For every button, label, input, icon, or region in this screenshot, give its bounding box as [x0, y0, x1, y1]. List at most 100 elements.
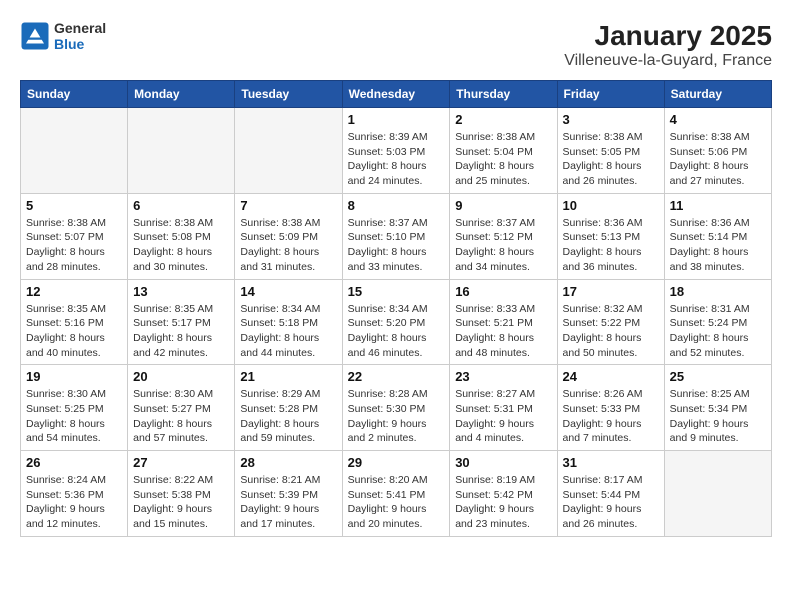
- header-thursday: Thursday: [450, 81, 557, 108]
- day-cell: 3Sunrise: 8:38 AM Sunset: 5:05 PM Daylig…: [557, 108, 664, 194]
- day-number: 10: [563, 198, 659, 213]
- logo-general: General: [54, 20, 106, 36]
- day-cell: 15Sunrise: 8:34 AM Sunset: 5:20 PM Dayli…: [342, 279, 450, 365]
- logo: General Blue: [20, 20, 106, 52]
- day-number: 14: [240, 284, 336, 299]
- day-number: 29: [348, 455, 445, 470]
- day-info: Sunrise: 8:38 AM Sunset: 5:07 PM Dayligh…: [26, 216, 122, 275]
- day-cell: 19Sunrise: 8:30 AM Sunset: 5:25 PM Dayli…: [21, 365, 128, 451]
- day-number: 25: [670, 369, 766, 384]
- day-number: 13: [133, 284, 229, 299]
- calendar-table: SundayMondayTuesdayWednesdayThursdayFrid…: [20, 80, 772, 537]
- logo-icon: [20, 21, 50, 51]
- day-cell: 28 Sunrise: 8:21 AM Sunset: 5:39 PM Dayli…: [235, 451, 342, 537]
- day-cell: 25 Sunrise: 8:25 AM Sunset: 5:34 PM Dayli…: [664, 365, 771, 451]
- header-monday: Monday: [128, 81, 235, 108]
- week-row-5: 26 Sunrise: 8:24 AM Sunset: 5:36 PM Dayli…: [21, 451, 772, 537]
- day-number: 20: [133, 369, 229, 384]
- header-friday: Friday: [557, 81, 664, 108]
- day-info: Sunrise: 8:21 AM Sunset: 5:39 PM Dayligh…: [240, 473, 336, 532]
- day-cell: 9 Sunrise: 8:37 AM Sunset: 5:12 PM Daylig…: [450, 193, 557, 279]
- day-cell: 4Sunrise: 8:38 AM Sunset: 5:06 PM Daylig…: [664, 108, 771, 194]
- day-info: Sunrise: 8:35 AM Sunset: 5:17 PM Dayligh…: [133, 302, 229, 361]
- day-cell: 16Sunrise: 8:33 AM Sunset: 5:21 PM Dayli…: [450, 279, 557, 365]
- calendar-header-row: SundayMondayTuesdayWednesdayThursdayFrid…: [21, 81, 772, 108]
- day-cell: 11Sunrise: 8:36 AM Sunset: 5:14 PM Dayli…: [664, 193, 771, 279]
- day-number: 2: [455, 112, 551, 127]
- day-info: Sunrise: 8:29 AM Sunset: 5:28 PM Dayligh…: [240, 387, 336, 446]
- day-number: 30: [455, 455, 551, 470]
- day-info: Sunrise: 8:38 AM Sunset: 5:08 PM Dayligh…: [133, 216, 229, 275]
- day-info: Sunrise: 8:30 AM Sunset: 5:25 PM Dayligh…: [26, 387, 122, 446]
- day-cell: 22 Sunrise: 8:28 AM Sunset: 5:30 PM Dayli…: [342, 365, 450, 451]
- day-info: Sunrise: 8:26 AM Sunset: 5:33 PM Dayligh…: [563, 387, 659, 446]
- day-number: 5: [26, 198, 122, 213]
- day-info: Sunrise: 8:36 AM Sunset: 5:14 PM Dayligh…: [670, 216, 766, 275]
- day-info: Sunrise: 8:24 AM Sunset: 5:36 PM Dayligh…: [26, 473, 122, 532]
- day-number: 1: [348, 112, 445, 127]
- day-info: Sunrise: 8:37 AM Sunset: 5:10 PM Dayligh…: [348, 216, 445, 275]
- day-cell: 7 Sunrise: 8:38 AM Sunset: 5:09 PM Daylig…: [235, 193, 342, 279]
- day-info: Sunrise: 8:39 AM Sunset: 5:03 PM Dayligh…: [348, 130, 445, 189]
- day-cell: 24 Sunrise: 8:26 AM Sunset: 5:33 PM Dayli…: [557, 365, 664, 451]
- day-number: 31: [563, 455, 659, 470]
- header-wednesday: Wednesday: [342, 81, 450, 108]
- week-row-2: 5 Sunrise: 8:38 AM Sunset: 5:07 PM Daylig…: [21, 193, 772, 279]
- day-number: 23: [455, 369, 551, 384]
- calendar-subtitle: Villeneuve-la-Guyard, France: [564, 52, 772, 70]
- week-row-4: 19Sunrise: 8:30 AM Sunset: 5:25 PM Dayli…: [21, 365, 772, 451]
- day-cell: 26 Sunrise: 8:24 AM Sunset: 5:36 PM Dayli…: [21, 451, 128, 537]
- page-header: General Blue January 2025 Villeneuve-la-…: [20, 20, 772, 70]
- day-cell: 5 Sunrise: 8:38 AM Sunset: 5:07 PM Daylig…: [21, 193, 128, 279]
- day-number: 22: [348, 369, 445, 384]
- day-number: 26: [26, 455, 122, 470]
- day-cell: 8 Sunrise: 8:37 AM Sunset: 5:10 PM Daylig…: [342, 193, 450, 279]
- day-info: Sunrise: 8:38 AM Sunset: 5:04 PM Dayligh…: [455, 130, 551, 189]
- day-cell: 17Sunrise: 8:32 AM Sunset: 5:22 PM Dayli…: [557, 279, 664, 365]
- day-cell: 2 Sunrise: 8:38 AM Sunset: 5:04 PM Daylig…: [450, 108, 557, 194]
- day-cell: 30 Sunrise: 8:19 AM Sunset: 5:42 PM Dayli…: [450, 451, 557, 537]
- day-info: Sunrise: 8:28 AM Sunset: 5:30 PM Dayligh…: [348, 387, 445, 446]
- day-cell: [235, 108, 342, 194]
- day-info: Sunrise: 8:34 AM Sunset: 5:20 PM Dayligh…: [348, 302, 445, 361]
- day-cell: 18Sunrise: 8:31 AM Sunset: 5:24 PM Dayli…: [664, 279, 771, 365]
- day-number: 12: [26, 284, 122, 299]
- day-info: Sunrise: 8:31 AM Sunset: 5:24 PM Dayligh…: [670, 302, 766, 361]
- day-info: Sunrise: 8:38 AM Sunset: 5:09 PM Dayligh…: [240, 216, 336, 275]
- day-number: 28: [240, 455, 336, 470]
- day-info: Sunrise: 8:35 AM Sunset: 5:16 PM Dayligh…: [26, 302, 122, 361]
- day-info: Sunrise: 8:22 AM Sunset: 5:38 PM Dayligh…: [133, 473, 229, 532]
- day-info: Sunrise: 8:20 AM Sunset: 5:41 PM Dayligh…: [348, 473, 445, 532]
- day-info: Sunrise: 8:19 AM Sunset: 5:42 PM Dayligh…: [455, 473, 551, 532]
- day-cell: 29 Sunrise: 8:20 AM Sunset: 5:41 PM Dayli…: [342, 451, 450, 537]
- day-cell: 31 Sunrise: 8:17 AM Sunset: 5:44 PM Dayli…: [557, 451, 664, 537]
- day-cell: 14Sunrise: 8:34 AM Sunset: 5:18 PM Dayli…: [235, 279, 342, 365]
- logo-text: General Blue: [54, 20, 106, 52]
- day-info: Sunrise: 8:33 AM Sunset: 5:21 PM Dayligh…: [455, 302, 551, 361]
- day-number: 9: [455, 198, 551, 213]
- day-cell: 10 Sunrise: 8:36 AM Sunset: 5:13 PM Dayli…: [557, 193, 664, 279]
- day-cell: 21Sunrise: 8:29 AM Sunset: 5:28 PM Dayli…: [235, 365, 342, 451]
- day-cell: 6 Sunrise: 8:38 AM Sunset: 5:08 PM Daylig…: [128, 193, 235, 279]
- day-number: 7: [240, 198, 336, 213]
- day-cell: 13 Sunrise: 8:35 AM Sunset: 5:17 PM Dayli…: [128, 279, 235, 365]
- week-row-3: 12 Sunrise: 8:35 AM Sunset: 5:16 PM Dayli…: [21, 279, 772, 365]
- day-number: 8: [348, 198, 445, 213]
- day-info: Sunrise: 8:17 AM Sunset: 5:44 PM Dayligh…: [563, 473, 659, 532]
- header-sunday: Sunday: [21, 81, 128, 108]
- day-cell: 12 Sunrise: 8:35 AM Sunset: 5:16 PM Dayli…: [21, 279, 128, 365]
- day-number: 27: [133, 455, 229, 470]
- title-block: January 2025 Villeneuve-la-Guyard, Franc…: [564, 20, 772, 70]
- day-cell: [21, 108, 128, 194]
- day-number: 24: [563, 369, 659, 384]
- day-info: Sunrise: 8:36 AM Sunset: 5:13 PM Dayligh…: [563, 216, 659, 275]
- week-row-1: 1 Sunrise: 8:39 AM Sunset: 5:03 PM Daylig…: [21, 108, 772, 194]
- day-info: Sunrise: 8:25 AM Sunset: 5:34 PM Dayligh…: [670, 387, 766, 446]
- header-saturday: Saturday: [664, 81, 771, 108]
- header-tuesday: Tuesday: [235, 81, 342, 108]
- day-number: 6: [133, 198, 229, 213]
- day-info: Sunrise: 8:27 AM Sunset: 5:31 PM Dayligh…: [455, 387, 551, 446]
- day-cell: 23 Sunrise: 8:27 AM Sunset: 5:31 PM Dayli…: [450, 365, 557, 451]
- day-number: 4: [670, 112, 766, 127]
- day-info: Sunrise: 8:37 AM Sunset: 5:12 PM Dayligh…: [455, 216, 551, 275]
